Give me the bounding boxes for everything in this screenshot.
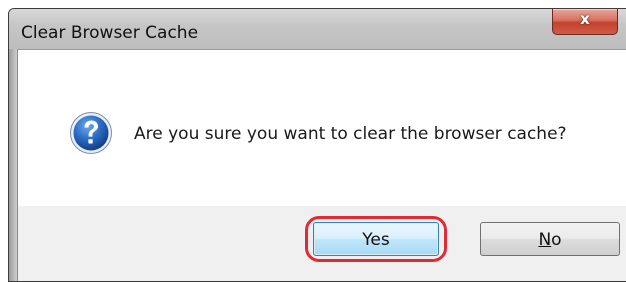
no-button[interactable]: No bbox=[480, 222, 620, 256]
no-button-label-rest: o bbox=[551, 230, 562, 250]
close-button[interactable]: x bbox=[552, 9, 618, 35]
window-frame-left bbox=[9, 49, 17, 281]
close-icon: x bbox=[580, 10, 590, 28]
button-bar: Yes No bbox=[17, 206, 626, 281]
title-bar[interactable]: Clear Browser Cache x bbox=[9, 9, 626, 49]
dialog-window: Clear Browser Cache x Are you sure you w… bbox=[8, 8, 626, 282]
yes-button[interactable]: Yes bbox=[313, 222, 439, 256]
message-area: Are you sure you want to clear the brows… bbox=[17, 49, 626, 206]
no-button-mnemonic: N bbox=[538, 230, 552, 250]
confirmation-message: Are you sure you want to clear the brows… bbox=[134, 124, 567, 144]
question-icon bbox=[70, 112, 112, 154]
window-title: Clear Browser Cache bbox=[21, 23, 199, 43]
